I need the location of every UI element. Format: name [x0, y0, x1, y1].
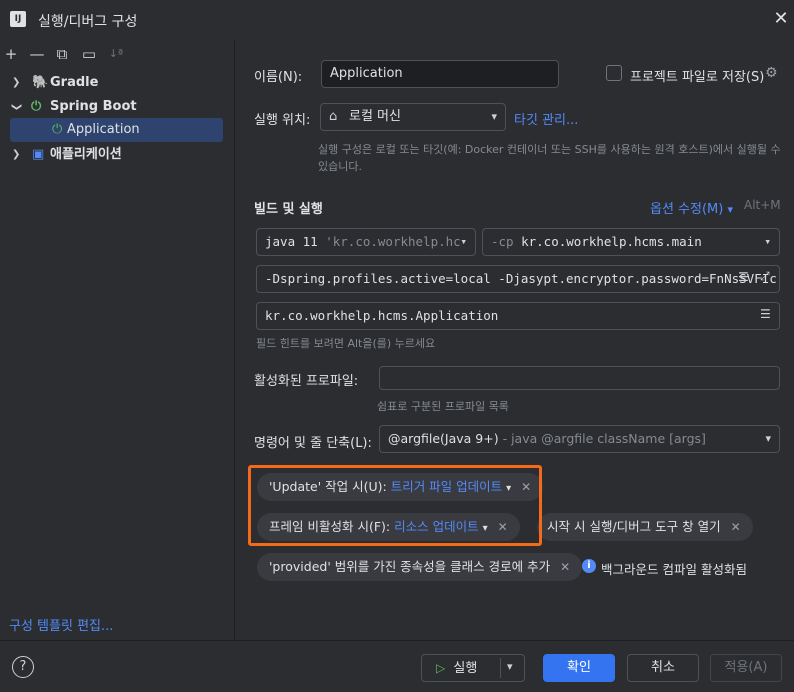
active-profiles-label: 활성화된 프로파일:: [254, 374, 359, 389]
remove-icon[interactable]: —: [28, 45, 46, 63]
sort-icon[interactable]: ↓ª: [107, 45, 125, 63]
chevron-down-icon: ❯: [11, 102, 23, 112]
run-on-select[interactable]: ⌂ 로컬 머신 ▾: [320, 103, 506, 131]
close-icon[interactable]: ✕: [772, 10, 790, 28]
tree-item-application[interactable]: ⏻ Application: [10, 118, 223, 142]
home-icon: ⌂: [329, 109, 338, 124]
tree-label: Application: [67, 122, 140, 137]
chevron-down-icon[interactable]: ▾: [507, 660, 513, 673]
jdk-module-hint: 'kr.co.workhelp.hc: [325, 234, 461, 249]
tree-item-gradle[interactable]: ❯ 🐘 Gradle: [0, 71, 235, 95]
close-icon[interactable]: ✕: [731, 520, 741, 534]
chip-label: 시작 시 실행/디버그 도구 창 열기: [547, 519, 721, 534]
tree-label: Spring Boot: [50, 99, 137, 114]
chevron-down-icon: ▾: [727, 203, 734, 216]
chevron-right-icon: ❯: [12, 149, 21, 160]
expand-icon[interactable]: ⤢: [760, 269, 770, 284]
cancel-button[interactable]: 취소: [627, 654, 699, 682]
active-profiles-input[interactable]: [379, 366, 780, 390]
tree-label: Gradle: [50, 75, 99, 90]
shorten-command-select[interactable]: @argfile(Java 9+) - java @argfile classN…: [379, 425, 780, 453]
copy-icon[interactable]: ⧉: [53, 45, 71, 63]
active-profiles-hint: 쉼표로 구분된 프로파일 목록: [377, 400, 509, 413]
run-label: 실행: [453, 661, 478, 676]
shorten-command-value: @argfile(Java 9+): [388, 431, 499, 446]
spring-boot-icon: ⏻: [31, 99, 42, 114]
list-icon[interactable]: ☰: [738, 270, 749, 284]
intellij-logo-icon: IJ: [10, 11, 26, 27]
application-icon: ▣: [32, 147, 45, 162]
main-class-input[interactable]: kr.co.workhelp.hcms.Application: [256, 302, 780, 330]
chevron-down-icon: ▾: [764, 235, 771, 248]
chip-label: 'provided' 범위를 가진 종속성을 클래스 경로에 추가: [269, 559, 551, 574]
cp-flag: -cp: [491, 234, 514, 249]
field-hint: 필드 힌트를 보려면 Alt을(를) 누르세요: [256, 337, 436, 350]
play-icon: ▷: [436, 661, 446, 675]
chevron-down-icon: ▾: [765, 432, 771, 445]
folder-icon[interactable]: ▭: [80, 45, 98, 63]
tree-label: 애플리케이션: [50, 147, 122, 162]
window-title: 실행/디버그 구성: [38, 14, 138, 30]
modify-options-shortcut: Alt+M: [744, 198, 781, 212]
chevron-right-icon: ❯: [12, 77, 21, 88]
store-as-project-label: 프로젝트 파일로 저장(S): [630, 70, 765, 85]
name-label: 이름(N):: [254, 70, 303, 85]
gear-icon[interactable]: ⚙: [765, 65, 778, 81]
configurations-panel: + — ⧉ ▭ ↓ª ❯ 🐘 Gradle ❯ ⏻ Spring Boot ⏻ …: [0, 40, 235, 640]
close-icon[interactable]: ✕: [560, 560, 570, 574]
button-divider: [500, 658, 501, 678]
list-icon[interactable]: ☰: [760, 307, 771, 321]
run-on-hint: 실행 구성은 로컬 또는 타깃(예: Docker 컨테이너 또는 SSH를 사…: [318, 143, 781, 173]
shorten-command-label: 명령어 및 줄 단축(L):: [254, 436, 372, 451]
name-input[interactable]: Application: [321, 60, 559, 88]
modify-options-label: 옵션 수정(M): [650, 202, 724, 217]
main-class-value: kr.co.workhelp.hcms.Application: [265, 308, 499, 323]
tree-item-spring-boot[interactable]: ❯ ⏻ Spring Boot: [0, 95, 235, 119]
modify-options-link[interactable]: 옵션 수정(M) ▾: [650, 198, 733, 217]
provided-scope-chip[interactable]: 'provided' 범위를 가진 종속성을 클래스 경로에 추가 ✕: [257, 553, 583, 581]
cp-value: kr.co.workhelp.hcms.main: [521, 234, 702, 249]
gradle-icon: 🐘: [32, 75, 49, 90]
ok-button[interactable]: 확인: [543, 654, 615, 682]
info-icon: i: [582, 559, 596, 573]
vm-options-value: -Dspring.profiles.active=local -Djasypt.…: [265, 271, 777, 286]
store-as-project-checkbox[interactable]: [606, 65, 622, 81]
edit-templates-link[interactable]: 구성 템플릿 편집...: [9, 615, 113, 634]
vm-options-input[interactable]: -Dspring.profiles.active=local -Djasypt.…: [256, 265, 780, 293]
build-run-title: 빌드 및 실행: [254, 202, 323, 217]
manage-targets-link[interactable]: 타깃 관리...: [514, 109, 578, 128]
run-on-value: 로컬 머신: [349, 109, 401, 124]
run-on-label: 실행 위치:: [254, 113, 311, 128]
apply-button[interactable]: 적용(A): [710, 654, 782, 682]
add-icon[interactable]: +: [2, 45, 20, 63]
jdk-value: java 11: [265, 234, 318, 249]
open-tool-window-chip[interactable]: 시작 시 실행/디버그 도구 창 열기 ✕: [537, 513, 753, 541]
background-compile-label: 백그라운드 컴파일 활성화됨: [601, 562, 747, 577]
chevron-down-icon: ▾: [460, 235, 467, 248]
spring-boot-icon: ⏻: [52, 122, 63, 137]
jdk-select[interactable]: java 11 'kr.co.workhelp.hc ▾: [256, 228, 476, 256]
help-icon[interactable]: ?: [12, 656, 34, 678]
chevron-down-icon: ▾: [491, 110, 497, 123]
highlight-box: [248, 465, 542, 546]
classpath-select[interactable]: -cp kr.co.workhelp.hcms.main ▾: [482, 228, 780, 256]
tree-item-application-type[interactable]: ❯ ▣ 애플리케이션: [0, 143, 235, 167]
shorten-command-hint: - java @argfile className [args]: [502, 431, 706, 446]
